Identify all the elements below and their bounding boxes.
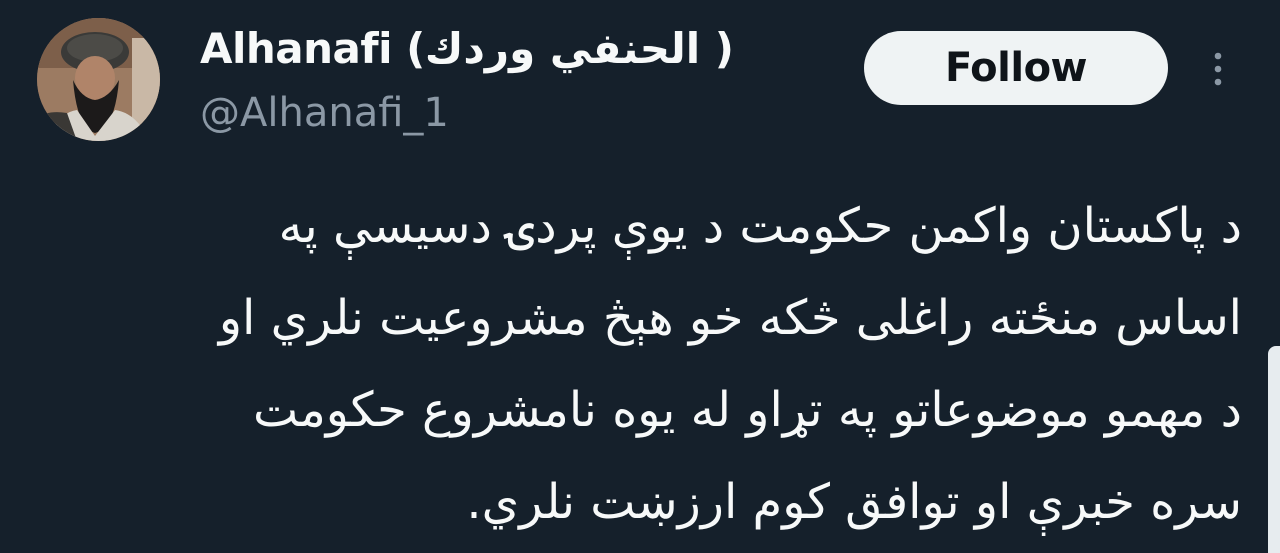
tweet-text-line: سره خبرې او توافق کوم ارزښت نلري.: [466, 474, 1242, 530]
tweet-screen: Alhanafi (الحنفي وردك ) @Alhanafi_1 Foll…: [0, 0, 1280, 553]
tweet-text-line: د پاکستان واکمن حکومت د یوې پردۍ دسیسې پ…: [278, 198, 1242, 254]
tweet-text-line: اساس منځته راغلی څکه خو هېڅ مشروعیت نلري…: [218, 290, 1242, 346]
scrollbar-edge[interactable]: [1268, 346, 1280, 553]
tweet-body: د پاکستان واکمن حکومت د یوې پردۍ دسیسې پ…: [42, 180, 1242, 548]
tweet-text-line: د مهمو موضوعاتو په تړاو له یوه نامشروع ح…: [252, 382, 1242, 438]
author-handle[interactable]: @Alhanafi_1: [200, 88, 449, 138]
follow-button[interactable]: Follow: [864, 31, 1168, 105]
author-display-name[interactable]: Alhanafi (الحنفي وردك ): [200, 24, 734, 74]
more-options-button[interactable]: [1198, 44, 1238, 94]
avatar-portrait-icon: [37, 18, 160, 141]
author-avatar[interactable]: [37, 18, 160, 141]
vertical-dots-icon: [1214, 52, 1222, 86]
